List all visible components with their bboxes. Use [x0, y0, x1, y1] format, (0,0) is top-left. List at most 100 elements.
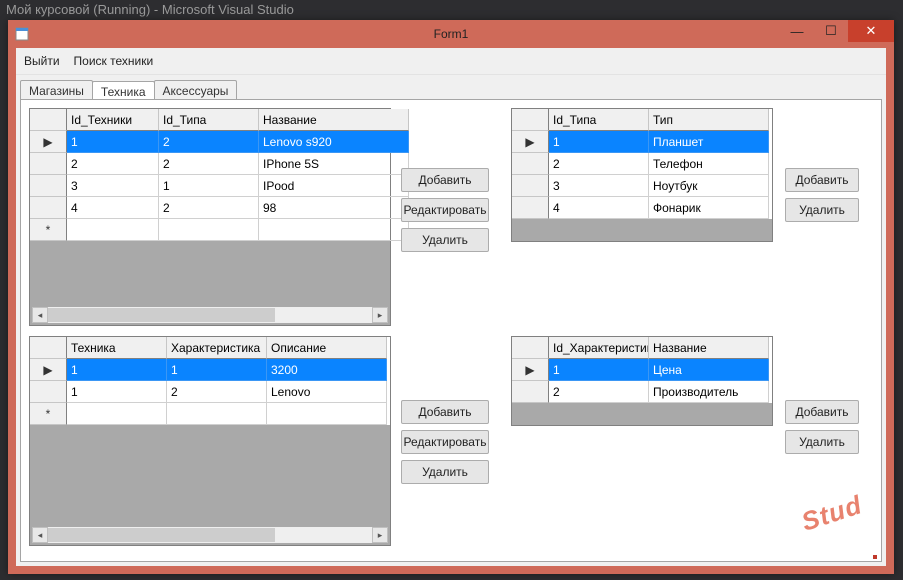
char-delete-button[interactable]: Удалить	[785, 430, 859, 454]
cell[interactable]: 1	[67, 359, 167, 381]
cell[interactable]: Планшет	[649, 131, 769, 153]
cell[interactable]: 4	[67, 197, 159, 219]
cell[interactable]: 2	[549, 381, 649, 403]
techchar-add-button[interactable]: Добавить	[401, 400, 489, 424]
cell[interactable]: IPood	[259, 175, 409, 197]
new-row[interactable]: *	[30, 219, 390, 241]
table-row[interactable]: 2Производитель	[512, 381, 772, 403]
menu-exit[interactable]: Выйти	[24, 54, 60, 68]
types-delete-button[interactable]: Удалить	[785, 198, 859, 222]
table-row[interactable]: 2Телефон	[512, 153, 772, 175]
cell[interactable]: 4	[549, 197, 649, 219]
scroll-left-button[interactable]: ◂	[32, 527, 48, 543]
empty-cell[interactable]	[259, 219, 409, 241]
cell[interactable]: Фонарик	[649, 197, 769, 219]
row-header[interactable]: ▶	[512, 359, 549, 381]
empty-cell[interactable]	[267, 403, 387, 425]
scroll-track[interactable]	[48, 307, 372, 323]
column-header[interactable]: Название	[259, 109, 409, 131]
char-add-button[interactable]: Добавить	[785, 400, 859, 424]
scroll-thumb[interactable]	[48, 528, 275, 542]
table-row[interactable]: 4298	[30, 197, 390, 219]
column-header[interactable]: Тип	[649, 109, 769, 131]
row-header[interactable]	[512, 175, 549, 197]
column-header[interactable]: Характеристика	[167, 337, 267, 359]
tab-stores[interactable]: Магазины	[20, 80, 93, 101]
tech-delete-button[interactable]: Удалить	[401, 228, 489, 252]
maximize-button[interactable]: ☐	[814, 20, 848, 42]
empty-cell[interactable]	[159, 219, 259, 241]
cell[interactable]: Lenovo	[267, 381, 387, 403]
cell[interactable]: 1	[67, 131, 159, 153]
column-header[interactable]: Id_Типа	[549, 109, 649, 131]
cell[interactable]: Ноутбук	[649, 175, 769, 197]
techchar-edit-button[interactable]: Редактировать	[401, 430, 489, 454]
cell[interactable]: 1	[167, 359, 267, 381]
row-header[interactable]	[30, 175, 67, 197]
cell[interactable]: IPhone 5S	[259, 153, 409, 175]
cell[interactable]: Телефон	[649, 153, 769, 175]
empty-cell[interactable]	[67, 403, 167, 425]
scroll-right-button[interactable]: ▸	[372, 307, 388, 323]
grid-types[interactable]: Id_ТипаТип▶1Планшет2Телефон3Ноутбук4Фона…	[511, 108, 773, 242]
table-row[interactable]: ▶113200	[30, 359, 390, 381]
cell[interactable]: 1	[67, 381, 167, 403]
table-row[interactable]: 3Ноутбук	[512, 175, 772, 197]
cell[interactable]: Производитель	[649, 381, 769, 403]
table-row[interactable]: 22IPhone 5S	[30, 153, 390, 175]
row-header[interactable]: ▶	[512, 131, 549, 153]
techchar-delete-button[interactable]: Удалить	[401, 460, 489, 484]
scroll-track[interactable]	[48, 527, 372, 543]
empty-cell[interactable]	[67, 219, 159, 241]
table-row[interactable]: ▶1Планшет	[512, 131, 772, 153]
menu-search-technique[interactable]: Поиск техники	[74, 54, 154, 68]
row-header[interactable]	[512, 153, 549, 175]
horizontal-scrollbar[interactable]: ◂▸	[32, 527, 388, 543]
cell[interactable]: 1	[159, 175, 259, 197]
grid-characteristics[interactable]: Id_ХарактеристикНазвание▶1Цена2Производи…	[511, 336, 773, 426]
cell[interactable]: Lenovo s920	[259, 131, 409, 153]
cell[interactable]: 2	[167, 381, 267, 403]
cell[interactable]: 2	[67, 153, 159, 175]
cell[interactable]: 1	[549, 359, 649, 381]
column-header[interactable]: Id_Характеристик	[549, 337, 649, 359]
scroll-thumb[interactable]	[48, 308, 275, 322]
cell[interactable]: 2	[159, 197, 259, 219]
cell[interactable]: 3	[67, 175, 159, 197]
horizontal-scrollbar[interactable]: ◂▸	[32, 307, 388, 323]
cell[interactable]: 3200	[267, 359, 387, 381]
resize-grip[interactable]	[873, 555, 877, 559]
tech-edit-button[interactable]: Редактировать	[401, 198, 489, 222]
column-header[interactable]: Id_Техники	[67, 109, 159, 131]
cell[interactable]: 3	[549, 175, 649, 197]
row-header[interactable]	[512, 197, 549, 219]
minimize-button[interactable]: —	[780, 20, 814, 42]
form-titlebar[interactable]: Form1 — ☐ ✕	[8, 20, 894, 48]
table-row[interactable]: ▶1Цена	[512, 359, 772, 381]
grid-tech-characteristics[interactable]: ТехникаХарактеристикаОписание▶11320012Le…	[29, 336, 391, 546]
cell[interactable]: 98	[259, 197, 409, 219]
cell[interactable]: Цена	[649, 359, 769, 381]
cell[interactable]: 2	[159, 153, 259, 175]
close-button[interactable]: ✕	[848, 20, 894, 42]
cell[interactable]: 2	[549, 153, 649, 175]
cell[interactable]: 2	[159, 131, 259, 153]
table-row[interactable]: 12Lenovo	[30, 381, 390, 403]
table-row[interactable]: 31IPood	[30, 175, 390, 197]
column-header[interactable]: Id_Типа	[159, 109, 259, 131]
cell[interactable]: 1	[549, 131, 649, 153]
row-header[interactable]	[30, 153, 67, 175]
row-header[interactable]	[30, 381, 67, 403]
grid-technique[interactable]: Id_ТехникиId_ТипаНазвание▶12Lenovo s9202…	[29, 108, 391, 326]
table-row[interactable]: ▶12Lenovo s920	[30, 131, 390, 153]
scroll-left-button[interactable]: ◂	[32, 307, 48, 323]
tab-accessories[interactable]: Аксессуары	[154, 80, 238, 101]
table-row[interactable]: 4Фонарик	[512, 197, 772, 219]
row-header[interactable]	[512, 381, 549, 403]
column-header[interactable]: Описание	[267, 337, 387, 359]
row-header[interactable]	[30, 197, 67, 219]
column-header[interactable]: Техника	[67, 337, 167, 359]
tech-add-button[interactable]: Добавить	[401, 168, 489, 192]
column-header[interactable]: Название	[649, 337, 769, 359]
empty-cell[interactable]	[167, 403, 267, 425]
